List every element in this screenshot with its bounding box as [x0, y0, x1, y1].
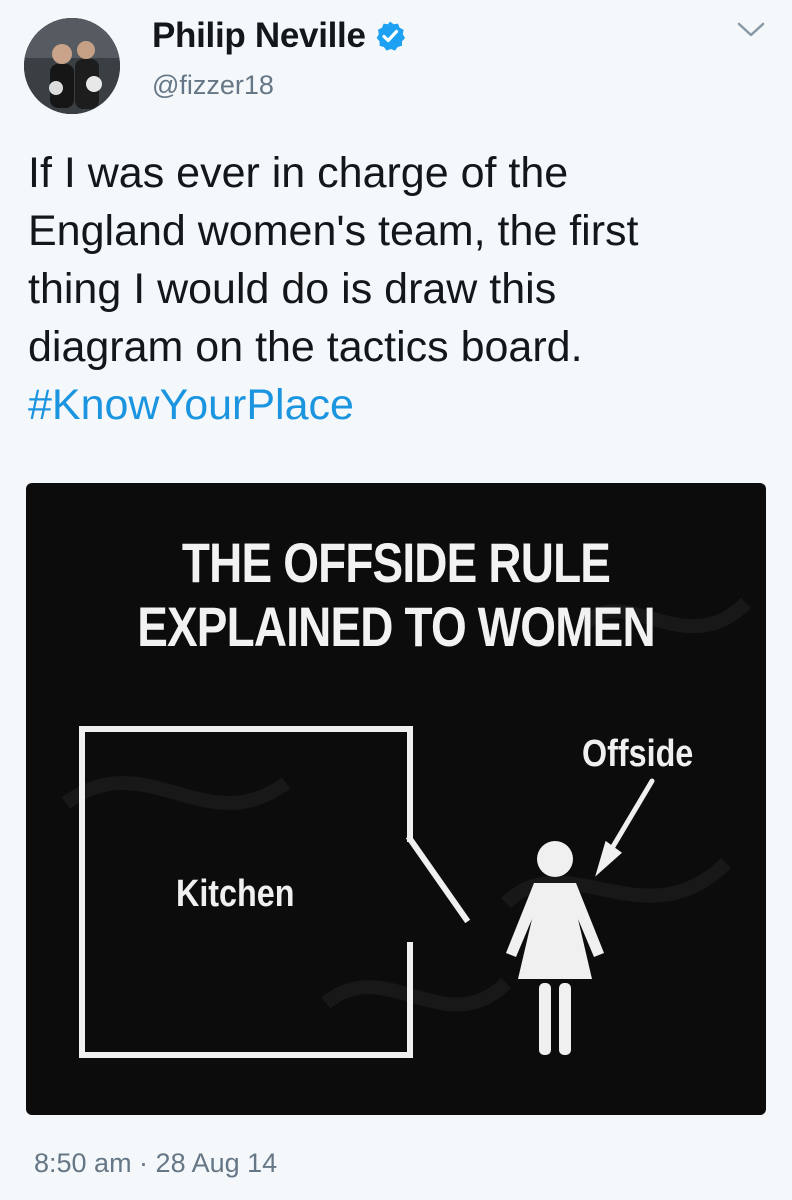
tweet-media-image[interactable]: THE OFFSIDE RULE EXPLAINED TO WOMEN Kitc… — [26, 483, 766, 1115]
meme-title-line: EXPLAINED TO WOMEN — [137, 595, 655, 658]
offside-arrow — [595, 778, 655, 877]
meme-title: THE OFFSIDE RULE EXPLAINED TO WOMEN — [93, 531, 700, 659]
avatar-photo — [24, 18, 120, 114]
kitchen-label: Kitchen — [176, 873, 295, 915]
tweet-text-line: diagram on the tactics board. — [28, 323, 583, 371]
verified-badge-icon — [374, 20, 406, 52]
author-handle[interactable]: @fizzer18 — [152, 70, 274, 101]
meme-title-line: THE OFFSIDE RULE — [181, 531, 611, 594]
tweet-timestamp[interactable]: 8:50 am · 28 Aug 14 — [34, 1148, 277, 1179]
tweet-text-line: thing I would do is draw this — [28, 265, 557, 313]
hashtag-link[interactable]: #KnowYourPlace — [28, 376, 768, 434]
offside-label: Offside — [582, 733, 694, 775]
tweet-text-line: England women's team, the first — [28, 207, 639, 255]
tweet-text: If I was ever in charge of the England w… — [28, 144, 768, 434]
avatar[interactable] — [24, 18, 120, 114]
author-display-name[interactable]: Philip Neville — [152, 16, 366, 56]
author-name-row: Philip Neville — [152, 14, 406, 58]
chevron-down-icon[interactable] — [735, 16, 767, 44]
woman-figure-icon — [506, 841, 604, 1055]
tweet-text-line: If I was ever in charge of the — [28, 149, 569, 197]
